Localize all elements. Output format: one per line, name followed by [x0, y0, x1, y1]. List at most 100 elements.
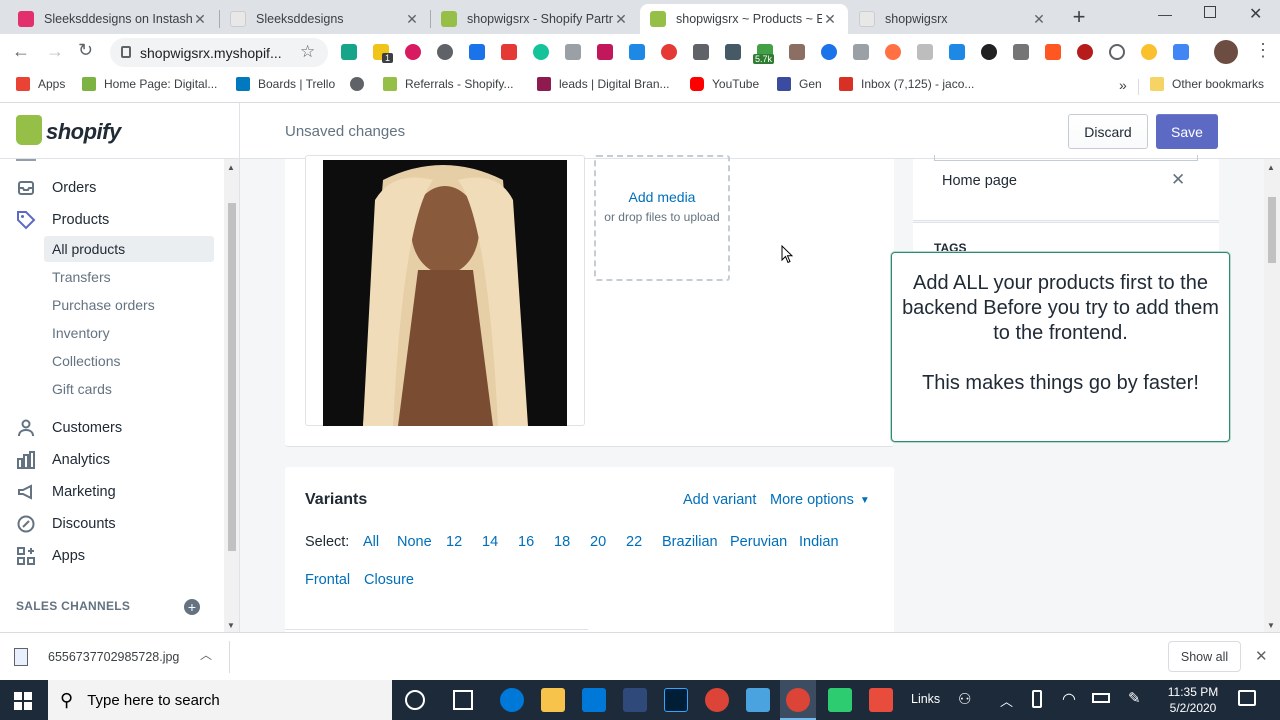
select-option-link[interactable]: 16	[518, 534, 534, 550]
discard-button[interactable]: Discard	[1068, 114, 1148, 149]
browser-tab[interactable]: Sleeksddesigns on Instasho ✕	[8, 4, 218, 34]
select-none-link[interactable]: None	[397, 534, 432, 550]
extension-icon[interactable]	[789, 44, 805, 60]
sidebar-item-products[interactable]: Products	[16, 205, 109, 235]
bookmark-item[interactable]: Boards | Trello	[236, 77, 335, 91]
address-bar[interactable]: shopwigsrx.myshopif... ☆	[110, 38, 328, 67]
new-tab-button[interactable]: +	[1068, 4, 1090, 30]
extension-icon[interactable]	[917, 44, 933, 60]
profile-avatar[interactable]	[1214, 40, 1238, 64]
mail-icon[interactable]	[582, 688, 606, 712]
add-channel-icon[interactable]: +	[184, 599, 200, 615]
bookmark-apps[interactable]: Apps	[16, 77, 65, 91]
restore-icon[interactable]	[1204, 6, 1216, 18]
close-download-bar-icon[interactable]: ✕	[1255, 647, 1268, 665]
select-option-link[interactable]: 22	[626, 534, 642, 550]
chrome-icon[interactable]	[705, 688, 729, 712]
chevron-up-icon[interactable]: ︿	[1000, 691, 1013, 710]
extension-icon[interactable]	[885, 44, 901, 60]
extension-icon[interactable]	[565, 44, 581, 60]
links-toolbar[interactable]: Links	[911, 692, 940, 706]
extension-icon[interactable]	[597, 44, 613, 60]
bookmark-item[interactable]	[350, 77, 372, 91]
close-icon[interactable]: ✕	[613, 11, 629, 28]
select-option-link[interactable]: 14	[482, 534, 498, 550]
chrome-active-icon[interactable]	[780, 680, 816, 720]
scroll-down-icon[interactable]: ▼	[1267, 621, 1275, 630]
extension-icon[interactable]	[1013, 44, 1029, 60]
people-icon[interactable]: ⚇	[958, 690, 971, 708]
search-icon[interactable]	[1109, 44, 1125, 60]
more-options-dropdown[interactable]: More options ▼	[770, 492, 870, 508]
extension-icon[interactable]	[437, 44, 453, 60]
browser-tab-active[interactable]: shopwigsrx ~ Products ~ E ✕	[640, 4, 848, 34]
extension-icon[interactable]	[501, 44, 517, 60]
sidebar-subitem-purchase-orders[interactable]: Purchase orders	[44, 292, 214, 318]
browser-tab[interactable]: Sleeksddesigns ✕	[220, 4, 430, 34]
crop-icon[interactable]	[693, 44, 709, 60]
save-button[interactable]: Save	[1156, 114, 1218, 149]
taskbar-search-box[interactable]: ⚲ Type here to search	[48, 680, 392, 720]
grammarly-icon[interactable]	[533, 44, 549, 60]
add-variant-link[interactable]: Add variant	[683, 492, 756, 508]
product-image[interactable]	[323, 160, 567, 426]
media-dropzone[interactable]: Add media or drop files to upload	[594, 155, 730, 281]
bookmark-item[interactable]: Inbox (7,125) - jaco...	[839, 77, 974, 91]
sidebar-subitem-gift-cards[interactable]: Gift cards	[44, 376, 214, 402]
bookmark-item[interactable]: Referrals - Shopify...	[383, 77, 513, 91]
select-option-link[interactable]: Indian	[799, 534, 839, 550]
extension-icon[interactable]	[661, 44, 677, 60]
recorder-icon[interactable]	[869, 688, 893, 712]
extension-icon[interactable]	[405, 44, 421, 60]
bookmark-item[interactable]: leads | Digital Bran...	[537, 77, 670, 91]
edge-icon[interactable]	[500, 688, 524, 712]
store-icon[interactable]	[623, 688, 647, 712]
minimize-icon[interactable]: —	[1158, 6, 1172, 22]
other-bookmarks[interactable]: Other bookmarks	[1150, 77, 1264, 91]
sidebar-subitem-inventory[interactable]: Inventory	[44, 320, 214, 346]
phone-icon[interactable]	[1032, 690, 1042, 708]
close-icon[interactable]: ✕	[192, 11, 208, 28]
pen-icon[interactable]: ✎	[1128, 689, 1141, 707]
chevron-up-icon[interactable]: ︿	[200, 646, 212, 663]
bookmark-item[interactable]: Gen	[777, 77, 822, 91]
photoshop-icon[interactable]	[664, 688, 688, 712]
select-option-link[interactable]: Brazilian	[662, 534, 718, 550]
sidebar-item-apps[interactable]: Apps	[16, 541, 85, 571]
extension-icon[interactable]	[1045, 44, 1061, 60]
extension-icon[interactable]	[853, 44, 869, 60]
scroll-up-icon[interactable]: ▲	[227, 163, 235, 172]
download-filename[interactable]: 6556737702985728.jpg	[48, 650, 179, 664]
task-view-icon[interactable]	[453, 690, 473, 710]
collections-input[interactable]	[934, 155, 1198, 161]
sidebar-item-discounts[interactable]: Discounts	[16, 509, 116, 539]
sidebar-subitem-collections[interactable]: Collections	[44, 348, 214, 374]
extension-icon[interactable]	[469, 44, 485, 60]
close-icon[interactable]: ✕	[822, 11, 838, 28]
browser-tab[interactable]: shopwigsrx - Shopify Partne ✕	[431, 4, 639, 34]
select-option-link[interactable]: Closure	[364, 572, 414, 588]
sidebar-item-customers[interactable]: Customers	[16, 413, 122, 443]
bookmarks-overflow[interactable]: »	[1119, 77, 1127, 93]
extension-icon[interactable]	[1173, 44, 1189, 60]
sidebar-item-marketing[interactable]: Marketing	[16, 477, 116, 507]
add-media-link[interactable]: Add media	[596, 189, 728, 205]
sidebar-subitem-all-products[interactable]: All products	[44, 236, 214, 262]
bookmark-item[interactable]: YouTube	[690, 77, 759, 91]
window-close-icon[interactable]: ✕	[1249, 4, 1262, 24]
remove-collection-icon[interactable]: ✕	[1171, 170, 1185, 190]
app-icon[interactable]	[746, 688, 770, 712]
extension-icon[interactable]	[341, 44, 357, 60]
browser-tab[interactable]: shopwigsrx ✕	[849, 4, 1057, 34]
bookmark-star-icon[interactable]: ☆	[300, 42, 315, 62]
notification-icon[interactable]	[1238, 690, 1256, 706]
reload-icon[interactable]: ↻	[78, 40, 93, 61]
select-option-link[interactable]: Peruvian	[730, 534, 787, 550]
windows-start-icon[interactable]	[14, 692, 32, 710]
bookmark-item[interactable]: Home Page: Digital...	[82, 77, 217, 91]
close-icon[interactable]: ✕	[1031, 11, 1047, 28]
camtasia-icon[interactable]	[828, 688, 852, 712]
sidebar-scrollbar[interactable]: ▲ ▼	[224, 159, 239, 632]
forward-icon[interactable]: →	[46, 41, 64, 62]
sidebar-item-analytics[interactable]: Analytics	[16, 445, 110, 475]
